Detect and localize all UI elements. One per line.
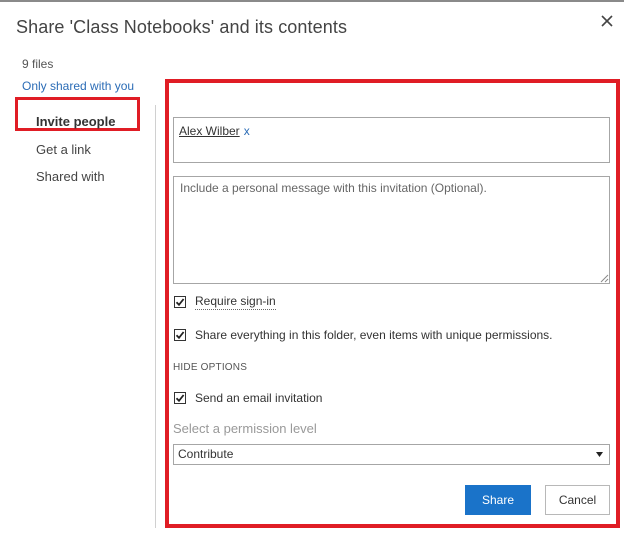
nav-item-shared-with[interactable]: Shared with (36, 169, 105, 184)
cancel-button[interactable]: Cancel (545, 485, 610, 515)
close-icon[interactable] (598, 12, 616, 30)
checkmark-icon (175, 331, 185, 340)
nav-item-get-a-link[interactable]: Get a link (36, 142, 91, 157)
dialog-top-border (0, 0, 624, 2)
person-name[interactable]: Alex Wilber (179, 124, 240, 138)
send-email-label: Send an email invitation (195, 391, 323, 405)
send-email-checkbox[interactable] (174, 392, 186, 404)
personal-message-input[interactable] (173, 176, 610, 284)
require-signin-checkbox[interactable] (174, 296, 186, 308)
share-dialog: Share 'Class Notebooks' and its contents… (0, 0, 624, 536)
require-signin-label[interactable]: Require sign-in (195, 294, 276, 310)
nav-item-invite-people[interactable]: Invite people (36, 114, 115, 129)
share-everything-checkbox[interactable] (174, 329, 186, 341)
hide-options-toggle[interactable]: HIDE OPTIONS (173, 362, 247, 373)
checkmark-icon (175, 298, 185, 307)
share-button[interactable]: Share (465, 485, 531, 515)
share-everything-row: Share everything in this folder, even it… (174, 328, 553, 342)
share-everything-label: Share everything in this folder, even it… (195, 328, 553, 342)
checkmark-icon (175, 394, 185, 403)
require-signin-row: Require sign-in (174, 294, 276, 310)
dialog-title: Share 'Class Notebooks' and its contents (16, 17, 348, 37)
send-email-row: Send an email invitation (174, 391, 322, 405)
dropdown-arrow-icon (596, 452, 603, 457)
people-picker-input[interactable]: Alex Wilber x (173, 117, 610, 163)
person-chip: Alex Wilber x (179, 124, 250, 138)
remove-person-button[interactable]: x (244, 124, 250, 138)
only-shared-with-you-link[interactable]: Only shared with you (22, 79, 134, 93)
permission-level-value: Contribute (178, 447, 234, 461)
permission-level-label: Select a permission level (173, 421, 317, 436)
permission-level-select[interactable]: Contribute (173, 444, 610, 465)
file-count: 9 files (22, 57, 54, 71)
nav-divider (155, 105, 156, 528)
